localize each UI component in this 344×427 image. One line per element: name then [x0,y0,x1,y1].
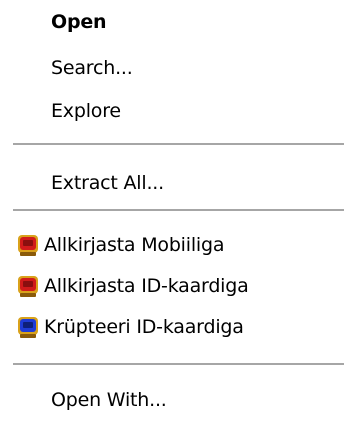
menu-separator [13,143,344,145]
menu-separator [13,209,344,211]
context-menu: Open Search... Explore Extract All... Al… [0,0,344,427]
menu-item-explore[interactable]: Explore [0,91,344,131]
menu-item-label: Allkirjasta Mobiiliga [44,234,225,256]
menu-item-open-with[interactable]: Open With... [0,380,344,420]
menu-item-label: Search... [51,57,133,79]
red-card-reader-icon [18,235,38,256]
menu-item-label: Extract All... [51,172,164,194]
menu-item-label: Open [51,11,107,33]
menu-item-label: Explore [51,100,121,122]
menu-item-extract-all[interactable]: Extract All... [0,163,344,203]
blue-card-reader-icon [18,317,38,338]
menu-item-search[interactable]: Search... [0,48,344,88]
red-card-reader-icon [18,276,38,297]
menu-item-label: Allkirjasta ID-kaardiga [44,275,249,297]
menu-item-allkirjasta-id-kaardiga[interactable]: Allkirjasta ID-kaardiga [0,266,344,306]
menu-separator [13,363,344,365]
menu-item-krupteeri-id-kaardiga[interactable]: Krüpteeri ID-kaardiga [0,307,344,347]
menu-item-allkirjasta-mobiiliga[interactable]: Allkirjasta Mobiiliga [0,225,344,265]
menu-item-label: Krüpteeri ID-kaardiga [44,316,244,338]
menu-item-label: Open With... [51,389,167,411]
menu-item-open[interactable]: Open [0,2,344,42]
